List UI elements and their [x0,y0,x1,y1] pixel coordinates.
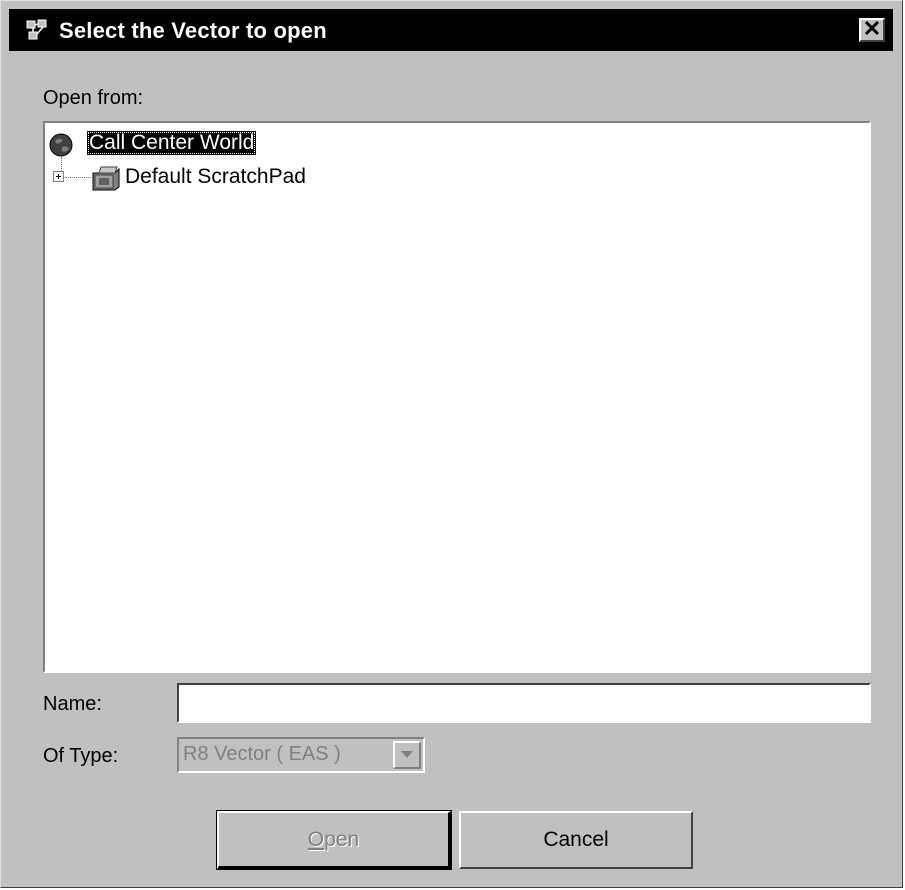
location-tree[interactable]: Call Center World Default ScratchPad [43,121,871,673]
open-from-label: Open from: [43,87,144,109]
window-title: Select the Vector to open [59,18,327,43]
vector-open-dialog: Select the Vector to open ✕ Open from: C… [0,0,903,888]
close-icon: ✕ [862,16,882,41]
cancel-button[interactable]: Cancel [459,811,693,869]
tree-connector [65,177,91,178]
close-button[interactable]: ✕ [859,18,885,42]
open-label: pen [324,828,360,851]
name-label: Name: [43,693,102,715]
tree-item-default-scratchpad[interactable]: Default ScratchPad [53,165,453,191]
tree-item-label[interactable]: Call Center World [87,131,257,155]
of-type-label: Of Type: [43,745,119,767]
open-mnemonic: O [307,828,325,851]
expand-plus-icon[interactable] [53,171,64,182]
open-button[interactable]: Open [216,810,452,870]
title-bar[interactable]: Select the Vector to open ✕ [9,9,893,51]
of-type-value: R8 Vector ( EAS ) [183,743,341,765]
tree-item-label[interactable]: Default ScratchPad [125,165,306,189]
globe-icon [49,133,73,157]
scratchpad-icon [92,166,120,191]
of-type-select[interactable]: R8 Vector ( EAS ) [177,737,425,773]
vector-app-icon [26,19,47,40]
dropdown-button[interactable] [393,741,421,769]
chevron-down-icon [401,751,413,758]
name-input[interactable] [177,683,871,723]
